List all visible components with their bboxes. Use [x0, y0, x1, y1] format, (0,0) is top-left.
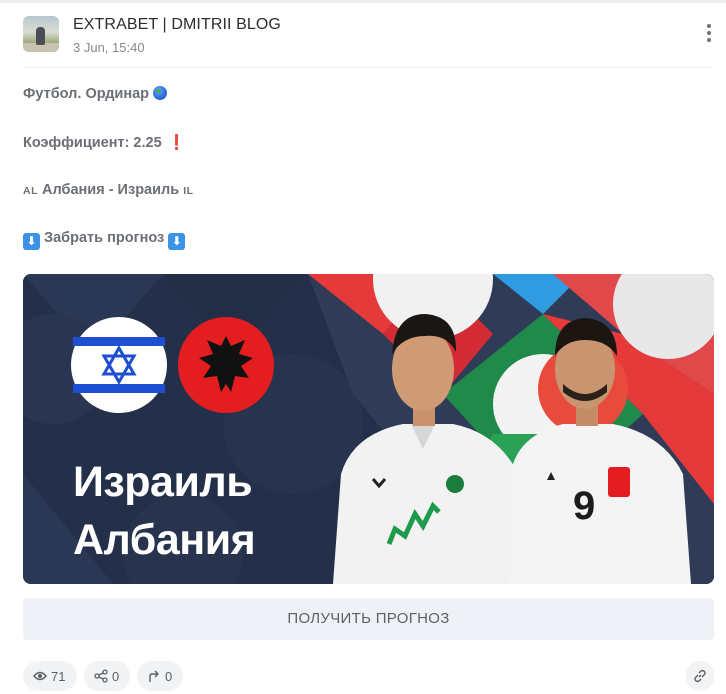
header-divider	[23, 67, 713, 68]
forecast-label: Забрать прогноз	[44, 230, 165, 246]
post-time: 3 Jun, 15:40	[73, 40, 145, 55]
shares-button[interactable]: 0	[84, 661, 130, 691]
exclamation-icon: ❗	[167, 135, 186, 151]
sport-label: Футбол. Ординар	[23, 86, 150, 102]
more-vertical-icon[interactable]	[705, 24, 713, 44]
arrow-down-icon: ⬇	[168, 233, 186, 250]
flag-albania-icon: AL	[23, 185, 38, 197]
coefficient-label: Коэффициент: 2.25	[23, 135, 162, 151]
globe-icon	[153, 86, 168, 100]
match-banner-image[interactable]: Израиль Албания 9	[23, 274, 714, 584]
arrow-down-icon: ⬇	[23, 233, 40, 250]
post-text-coefficient: Коэффициент: 2.25 ❗	[23, 134, 186, 151]
channel-name[interactable]: EXTRABET | DMITRII BLOG	[73, 16, 281, 34]
channel-avatar[interactable]	[23, 16, 59, 52]
forwards-count: 0	[165, 668, 173, 684]
share-icon	[94, 669, 108, 683]
forward-button[interactable]: 0	[137, 661, 183, 691]
eye-icon	[33, 671, 47, 681]
views-count: 71	[51, 668, 66, 684]
shares-count: 0	[112, 668, 120, 684]
flag-israel-icon: IL	[183, 185, 194, 197]
shirt-number: 9	[573, 484, 596, 528]
banner-title-israel: Израиль	[73, 458, 253, 506]
forward-icon	[149, 670, 159, 682]
link-icon	[694, 669, 706, 683]
post-text-forecast: ⬇ Забрать прогноз ⬇	[23, 230, 186, 250]
views-counter: 71	[23, 661, 77, 691]
banner-title-albania: Албания	[73, 516, 256, 564]
copy-link-button[interactable]	[686, 661, 714, 691]
top-separator	[0, 0, 726, 3]
post-text-match: AL Албания - Израиль IL	[23, 182, 194, 198]
post-header: EXTRABET | DMITRII BLOG 3 Jun, 15:40	[23, 16, 713, 66]
match-label: Албания - Израиль	[42, 182, 180, 198]
get-forecast-button[interactable]: ПОЛУЧИТЬ ПРОГНОЗ	[23, 598, 714, 640]
post-text-sport: Футбол. Ординар	[23, 86, 168, 102]
